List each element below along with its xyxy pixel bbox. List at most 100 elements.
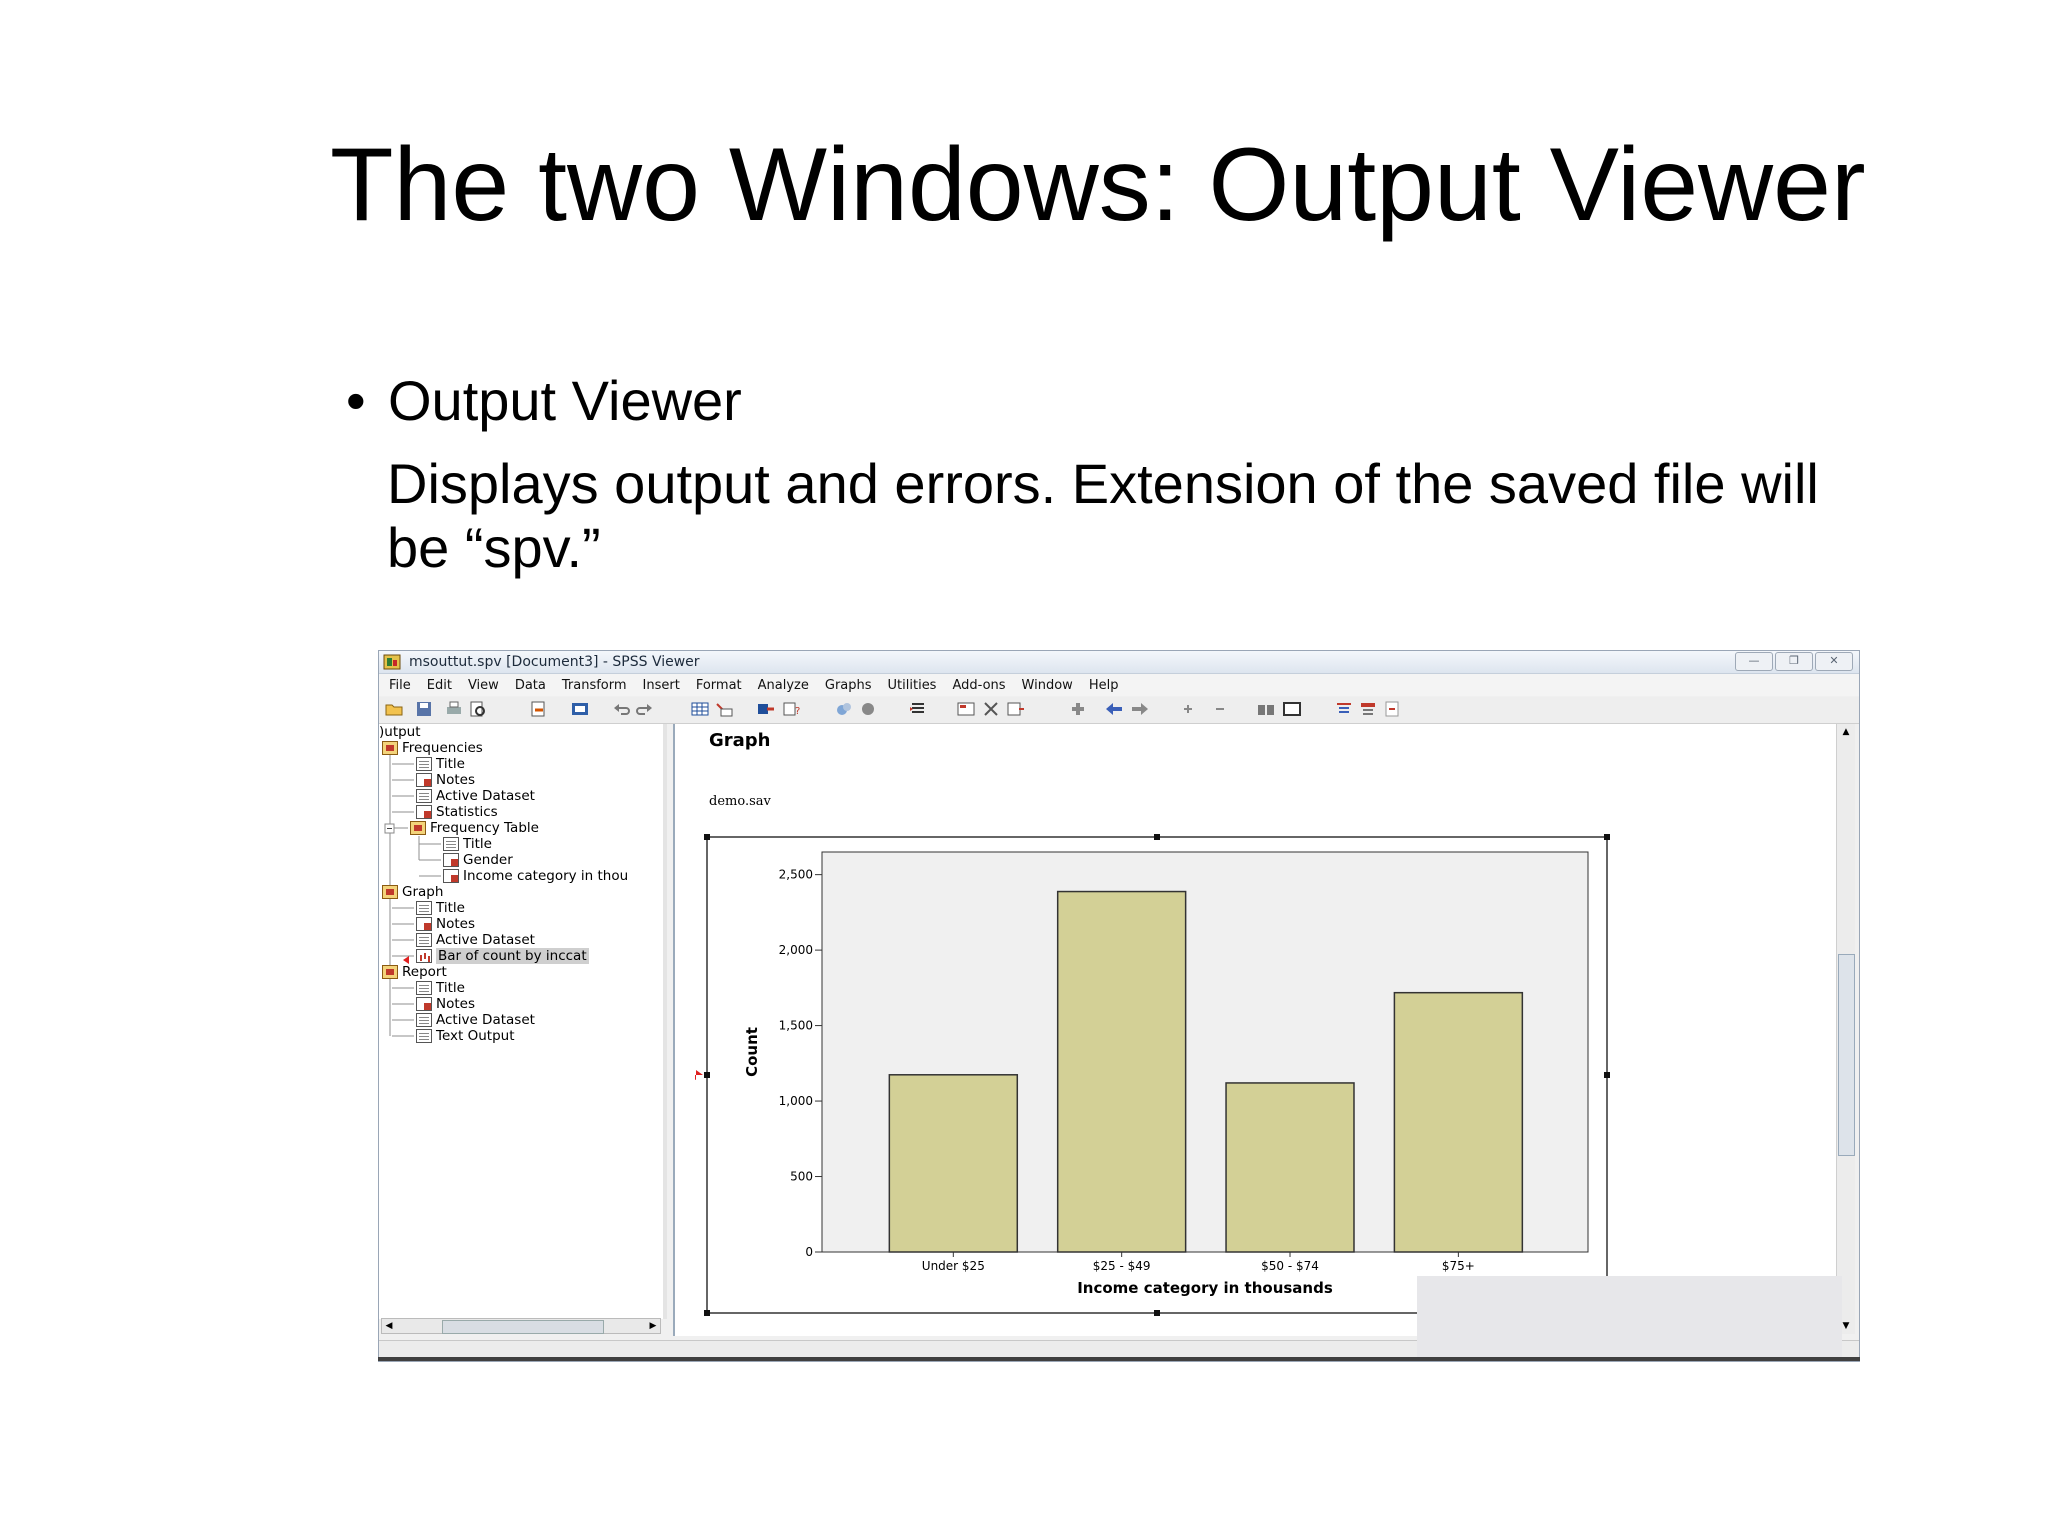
content-pane[interactable]: Graph demo.sav 0 500 1,000 1,500 2,000 2,500 … [673, 724, 1836, 1336]
bar-chart[interactable]: 0 500 1,000 1,500 2,000 2,500 Under $25 $25 - … [695, 829, 1615, 1319]
collapse-icon[interactable] [1211, 701, 1229, 717]
outline-graph-active-dataset[interactable]: Active Dataset [416, 932, 535, 948]
bullet-line: • Output Viewer [346, 368, 742, 433]
outline-horizontal-scrollbar[interactable]: ◀ ▶ [381, 1318, 661, 1334]
notes-icon [416, 773, 432, 787]
title-icon [416, 981, 432, 995]
book-icon [382, 965, 398, 979]
scroll-up-icon[interactable]: ▲ [1839, 726, 1853, 738]
bullet-dot: • [346, 369, 366, 432]
outline-freq-notes[interactable]: Notes [416, 772, 475, 788]
select-output-icon[interactable] [1359, 701, 1377, 717]
outline-report-active-dataset[interactable]: Active Dataset [416, 1012, 535, 1028]
expand-icon[interactable] [1179, 701, 1197, 717]
back-arrow-icon[interactable] [1105, 701, 1123, 717]
outline-report-notes[interactable]: Notes [416, 996, 475, 1012]
outline-graph-notes[interactable]: Notes [416, 916, 475, 932]
insert-heading-icon[interactable] [909, 701, 927, 717]
outline-freq-title[interactable]: Title [416, 756, 465, 772]
recall-dialog-icon[interactable] [571, 701, 589, 717]
variables-icon[interactable] [757, 701, 775, 717]
menu-add-ons[interactable]: Add-ons [948, 678, 1017, 693]
notes-icon [416, 997, 432, 1011]
menu-graphs[interactable]: Graphs [821, 678, 884, 693]
dataset-label: demo.sav [709, 794, 771, 809]
bar [888, 1074, 1019, 1253]
scroll-thumb[interactable] [442, 1320, 604, 1334]
outline-frequencies[interactable]: Frequencies [382, 740, 483, 756]
menu-transform[interactable]: Transform [558, 678, 639, 693]
insert-text-icon[interactable] [983, 701, 1001, 717]
menu-help[interactable]: Help [1085, 678, 1131, 693]
title-bar[interactable]: msouttut.spv [Document3] - SPSS Viewer —… [379, 651, 1859, 674]
graph-heading: Graph [709, 730, 771, 751]
forward-arrow-icon[interactable] [1131, 701, 1149, 717]
outline-graph[interactable]: Graph [382, 884, 443, 900]
menu-window[interactable]: Window [1018, 678, 1085, 693]
scroll-left-icon[interactable]: ◀ [383, 1320, 395, 1332]
outline-ft-gender[interactable]: Gender [443, 852, 513, 868]
menu-file[interactable]: File [385, 678, 423, 693]
outline-report-title[interactable]: Title [416, 980, 465, 996]
undo-icon[interactable] [613, 701, 631, 717]
text-icon [416, 1029, 432, 1043]
insert-title-icon[interactable] [957, 701, 975, 717]
export-icon[interactable] [529, 701, 547, 717]
insert-chart-icon[interactable] [1007, 701, 1025, 717]
outline-label: Active Dataset [436, 788, 535, 804]
redo-icon[interactable] [635, 701, 653, 717]
outline-freq-statistics[interactable]: Statistics [416, 804, 498, 820]
close-button[interactable]: ✕ [1815, 652, 1853, 671]
menu-view[interactable]: View [464, 678, 511, 693]
menu-bar: File Edit View Data Transform Insert Format Ana… [379, 674, 1859, 696]
show-icon[interactable] [1257, 701, 1275, 717]
outline-label: Text Output [436, 1028, 515, 1044]
menu-data[interactable]: Data [511, 678, 558, 693]
table-icon [416, 805, 432, 819]
outline-root[interactable]: )utput [379, 724, 421, 740]
outline-ft-income[interactable]: Income category in thou [443, 868, 628, 884]
designate-window-icon[interactable] [835, 701, 853, 717]
outline-graph-bar[interactable]: Bar of count by inccat [416, 948, 589, 964]
outline-label: Active Dataset [436, 1012, 535, 1028]
outline-graph-title[interactable]: Title [416, 900, 465, 916]
print-icon[interactable] [445, 701, 463, 717]
outline-report[interactable]: Report [382, 964, 447, 980]
x-tick-label: $25 - $49 [1093, 1259, 1151, 1273]
print-preview-icon[interactable] [469, 701, 487, 717]
select-last-output-icon[interactable] [1335, 701, 1353, 717]
outline-frequency-table[interactable]: Frequency Table [410, 820, 539, 836]
menu-edit[interactable]: Edit [423, 678, 464, 693]
outline-freq-active-dataset[interactable]: Active Dataset [416, 788, 535, 804]
save-icon[interactable] [415, 701, 433, 717]
title-icon [443, 837, 459, 851]
open-icon[interactable] [385, 701, 403, 717]
outline-label: Title [436, 980, 465, 996]
outline-ft-title[interactable]: Title [443, 836, 492, 852]
goto-case-icon[interactable] [715, 701, 733, 717]
goto-data-icon[interactable] [691, 701, 709, 717]
title-icon [416, 901, 432, 915]
pivot-icon[interactable] [1383, 701, 1401, 717]
hide-icon[interactable] [1283, 701, 1301, 717]
menu-format[interactable]: Format [692, 678, 754, 693]
content-vertical-scrollbar[interactable]: ▲ ▼ [1836, 724, 1855, 1334]
x-tick-label: $75+ [1442, 1259, 1475, 1273]
log-icon [416, 789, 432, 803]
menu-insert[interactable]: Insert [639, 678, 692, 693]
show-all-icon[interactable] [859, 701, 877, 717]
body-text: Displays output and errors. Extension of… [387, 452, 1819, 579]
outline-label: Title [436, 756, 465, 772]
outline-pane[interactable]: )utput Frequencies Title Notes Active Da… [379, 724, 667, 1319]
scroll-thumb[interactable] [1838, 954, 1855, 1156]
use-variable-sets-icon[interactable]: ? [783, 701, 801, 717]
restore-button[interactable]: ❐ [1775, 652, 1813, 671]
x-tick-label: $50 - $74 [1261, 1259, 1319, 1273]
promote-icon[interactable] [1069, 701, 1087, 717]
menu-analyze[interactable]: Analyze [754, 678, 821, 693]
minimize-button[interactable]: — [1735, 652, 1773, 671]
bar [1225, 1082, 1355, 1253]
menu-utilities[interactable]: Utilities [884, 678, 949, 693]
outline-report-text-output[interactable]: Text Output [416, 1028, 515, 1044]
scroll-right-icon[interactable]: ▶ [647, 1320, 659, 1332]
